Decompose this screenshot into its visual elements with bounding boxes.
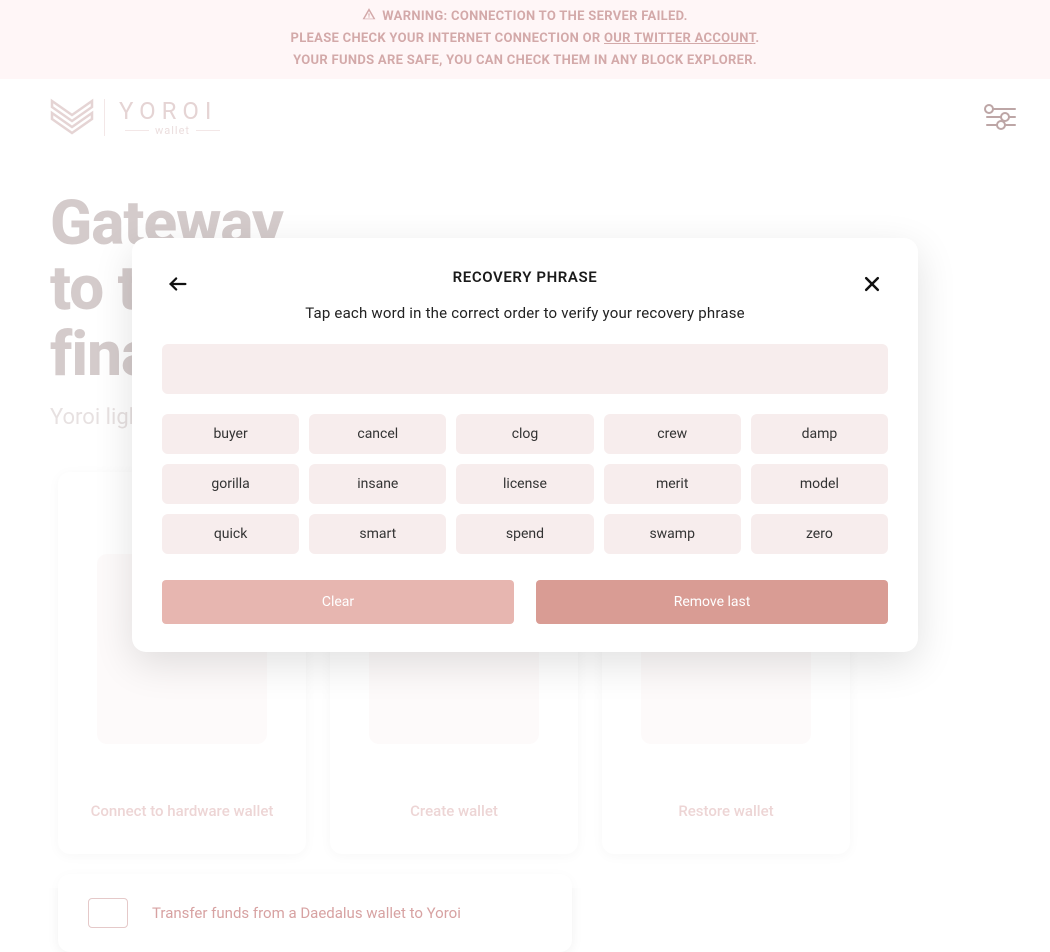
remove-last-button[interactable]: Remove last [536,580,888,624]
selected-words-area [162,344,888,394]
transfer-icon [88,898,128,928]
word-button[interactable]: crew [604,414,741,454]
word-grid: buyer cancel clog crew damp gorilla insa… [162,414,888,554]
word-button[interactable]: cancel [309,414,446,454]
word-button[interactable]: zero [751,514,888,554]
modal-action-row: Clear Remove last [162,580,888,624]
back-button[interactable] [164,270,192,298]
word-button[interactable]: clog [456,414,593,454]
recovery-phrase-modal: RECOVERY PHRASE Tap each word in the cor… [132,238,918,652]
word-button[interactable]: insane [309,464,446,504]
modal-instruction: Tap each word in the correct order to ve… [162,304,888,322]
word-button[interactable]: model [751,464,888,504]
transfer-label: Transfer funds from a Daedalus wallet to… [152,904,461,922]
word-button[interactable]: smart [309,514,446,554]
word-button[interactable]: spend [456,514,593,554]
clear-button[interactable]: Clear [162,580,514,624]
word-button[interactable]: swamp [604,514,741,554]
word-button[interactable]: gorilla [162,464,299,504]
word-button[interactable]: damp [751,414,888,454]
close-button[interactable] [858,270,886,298]
modal-title: RECOVERY PHRASE [162,268,888,286]
arrow-left-icon [167,273,189,295]
word-button[interactable]: buyer [162,414,299,454]
modal-header: RECOVERY PHRASE [162,268,888,286]
word-button[interactable]: merit [604,464,741,504]
word-button[interactable]: license [456,464,593,504]
close-icon [862,274,882,294]
word-button[interactable]: quick [162,514,299,554]
